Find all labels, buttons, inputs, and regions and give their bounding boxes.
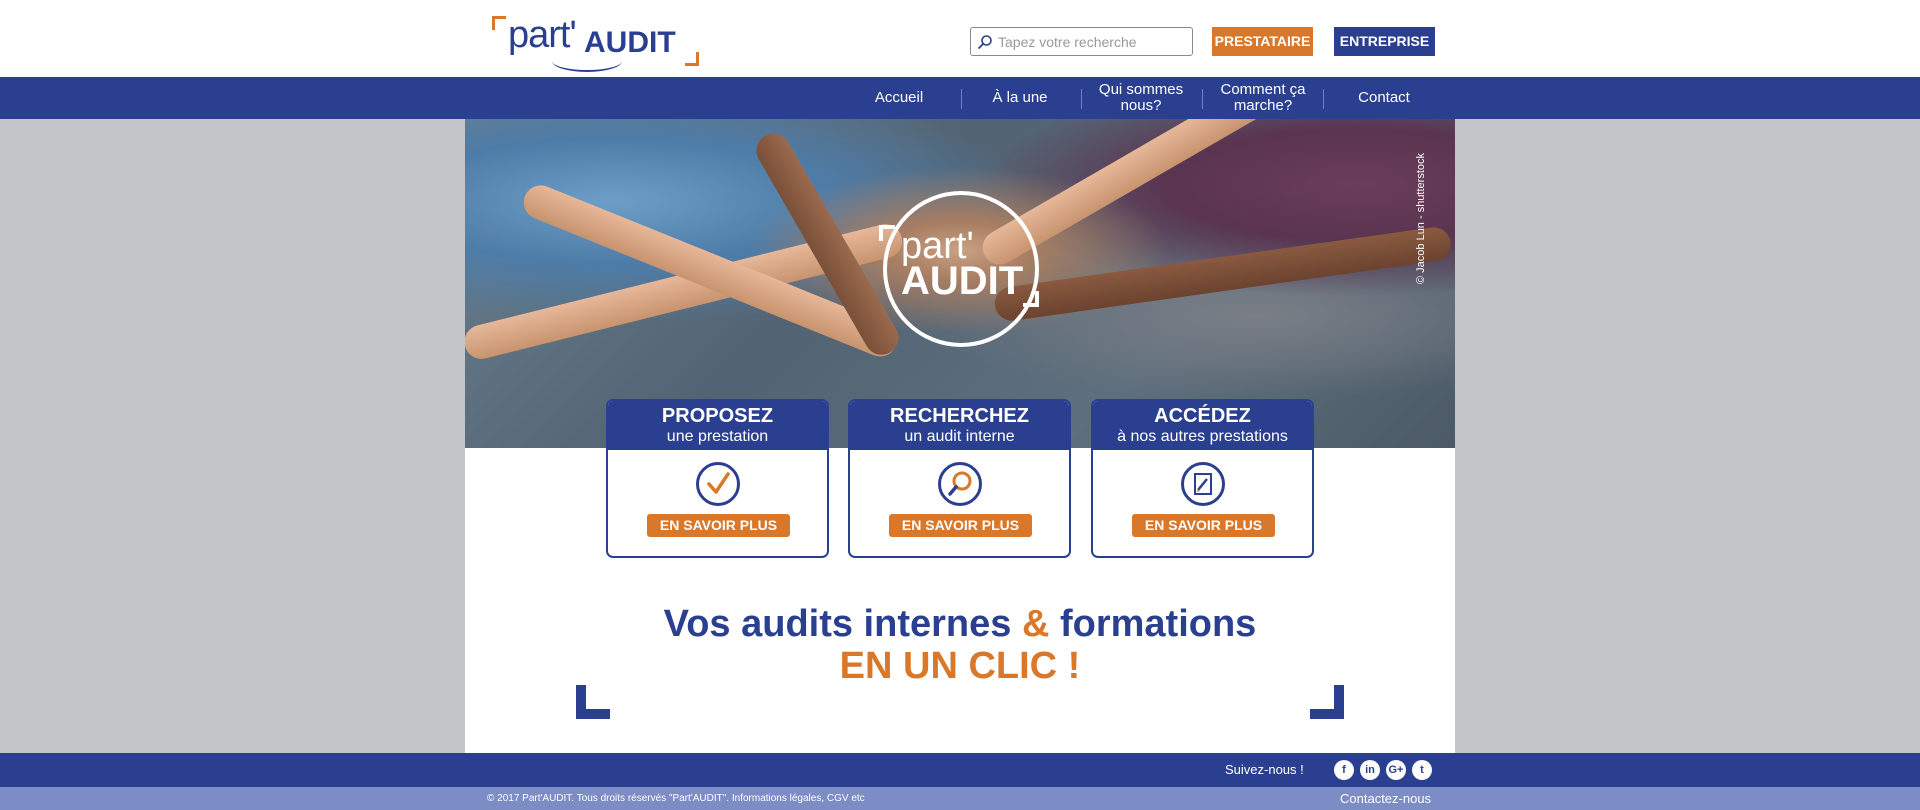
logo-bracket-bottom-right	[685, 52, 699, 66]
logo-bracket-top-left	[492, 16, 506, 30]
photo-credit: © Jacob Lun - shutterstock	[1415, 152, 1427, 284]
hero-logo-word-audit: AUDIT	[901, 259, 1024, 303]
card-header: ACCÉDEZ à nos autres prestations	[1093, 401, 1312, 450]
card-title: RECHERCHEZ	[890, 405, 1029, 427]
hero-arm	[992, 225, 1453, 323]
checkmark-icon	[696, 462, 740, 506]
card-title: ACCÉDEZ	[1154, 405, 1251, 427]
main-content: part' AUDIT © Jacob Lun - shutterstock P…	[465, 119, 1455, 753]
linkedin-icon[interactable]: in	[1360, 760, 1380, 780]
en-savoir-plus-button[interactable]: EN SAVOIR PLUS	[647, 514, 790, 537]
main-nav: Accueil À la une Qui sommes nous? Commen…	[0, 77, 1920, 119]
en-savoir-plus-button[interactable]: EN SAVOIR PLUS	[1132, 514, 1275, 537]
card-proposez: PROPOSEZ une prestation EN SAVOIR PLUS	[606, 399, 829, 558]
decorative-corner-right	[1310, 685, 1344, 719]
footer-social-bar: Suivez-nous ! f in G+ t	[0, 753, 1920, 787]
logo[interactable]: part' AUDIT	[492, 14, 702, 72]
card-subtitle: un audit interne	[904, 428, 1015, 445]
search-box[interactable]	[970, 27, 1193, 56]
header: part' AUDIT PRESTATAIRE ENTREPRISE	[0, 0, 1920, 77]
tagline: Vos audits internes & formations	[465, 603, 1455, 645]
nav-item-accueil[interactable]: Accueil	[839, 77, 959, 119]
tagline-line2: EN UN CLIC !	[839, 645, 1081, 687]
search-icon	[938, 462, 982, 506]
card-recherchez: RECHERCHEZ un audit interne EN SAVOIR PL…	[848, 399, 1071, 558]
prestataire-button[interactable]: PRESTATAIRE	[1212, 27, 1313, 56]
twitter-icon[interactable]: t	[1412, 760, 1432, 780]
en-savoir-plus-button[interactable]: EN SAVOIR PLUS	[889, 514, 1032, 537]
decorative-corner-left	[576, 685, 610, 719]
google-plus-icon[interactable]: G+	[1386, 760, 1406, 780]
footer-legal-bar: © 2017 Part'AUDIT. Tous droits réservés …	[0, 787, 1920, 810]
copyright-text: © 2017 Part'AUDIT. Tous droits réservés …	[487, 793, 865, 804]
nav-item-comment-ca-marche[interactable]: Comment ça marche?	[1203, 77, 1323, 119]
logo-swoosh	[552, 50, 622, 72]
nav-item-qui-sommes-nous[interactable]: Qui sommes nous?	[1081, 77, 1201, 119]
card-header: RECHERCHEZ un audit interne	[850, 401, 1069, 450]
search-icon[interactable]	[977, 34, 993, 50]
hero-logo-bracket	[879, 225, 895, 241]
card-subtitle: une prestation	[666, 428, 769, 445]
tagline-part2: formations	[1049, 603, 1257, 645]
card-header: PROPOSEZ une prestation	[608, 401, 827, 450]
tagline-part1: Vos audits internes	[663, 603, 1022, 645]
card-accedez: ACCÉDEZ à nos autres prestations EN SAVO…	[1091, 399, 1314, 558]
card-title: PROPOSEZ	[661, 405, 774, 427]
tagline-ampersand: &	[1021, 603, 1050, 645]
nav-item-a-la-une[interactable]: À la une	[960, 77, 1080, 119]
search-input[interactable]	[998, 32, 1183, 52]
follow-us-label: Suivez-nous !	[1225, 762, 1304, 777]
edit-document-icon	[1181, 462, 1225, 506]
hero-logo-bracket	[1023, 291, 1039, 307]
facebook-icon[interactable]: f	[1334, 760, 1354, 780]
nav-item-contact[interactable]: Contact	[1324, 77, 1444, 119]
entreprise-button[interactable]: ENTREPRISE	[1334, 27, 1435, 56]
card-subtitle: à nos autres prestations	[1117, 428, 1288, 445]
hero-logo: part' AUDIT	[879, 191, 1039, 347]
contact-us-link[interactable]: Contactez-nous	[1340, 791, 1431, 806]
